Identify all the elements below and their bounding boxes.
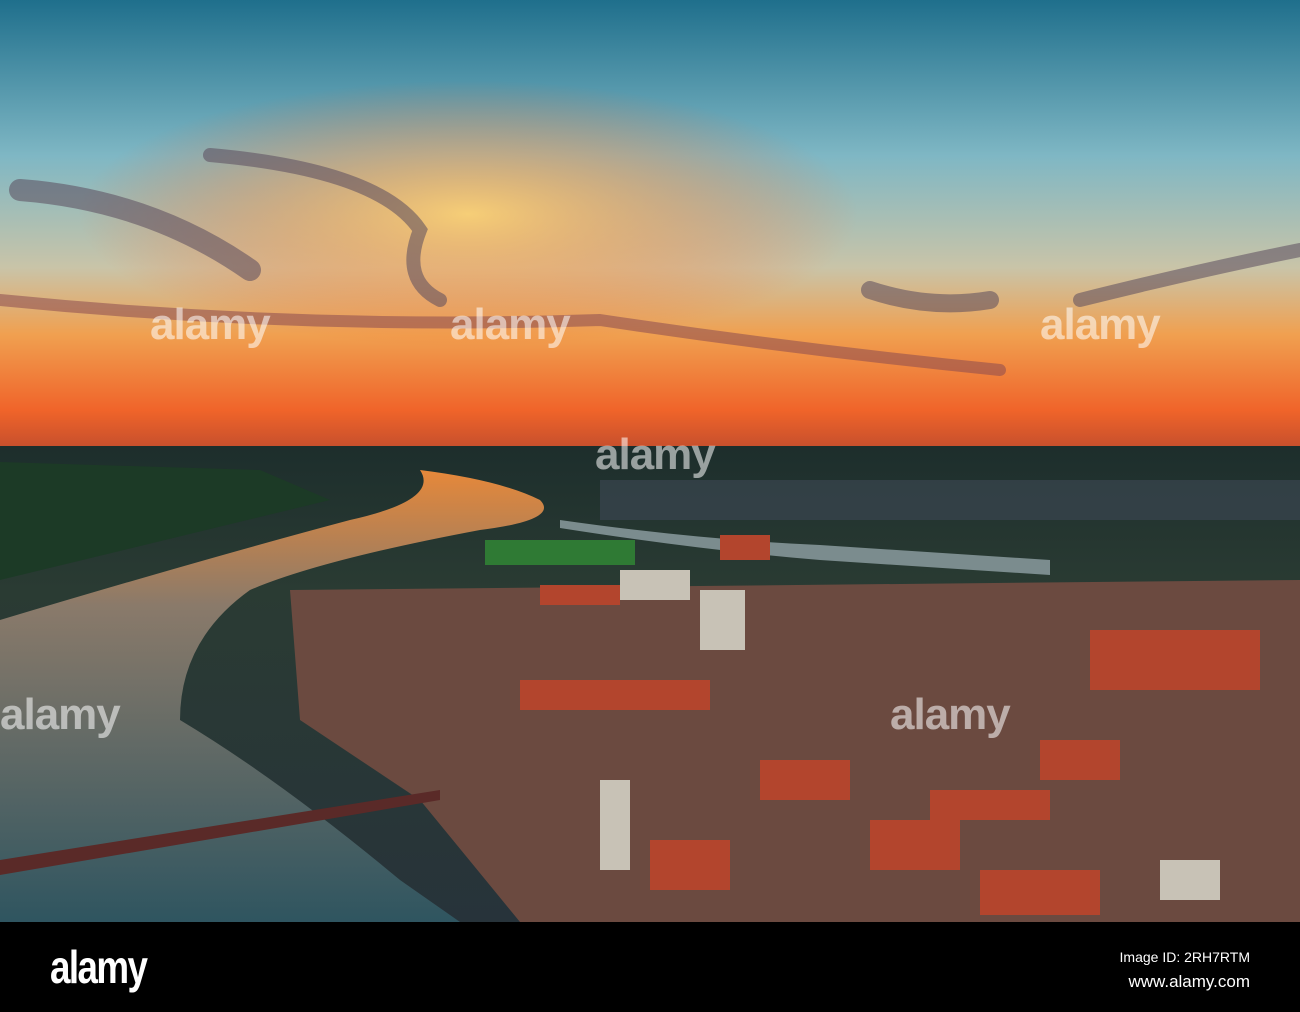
watermark: alamy xyxy=(890,690,1011,739)
watermark: alamy xyxy=(450,300,571,349)
watermark: alamy xyxy=(150,300,271,349)
sun-glow xyxy=(0,0,1300,446)
field xyxy=(485,540,635,565)
watermark: alamy xyxy=(0,690,121,739)
watermark: alamy xyxy=(595,430,716,479)
alamy-logo: alamy xyxy=(50,941,148,993)
stock-photo-page: alamy alamy alamy alamy alamy alamy alam… xyxy=(0,0,1300,1012)
site-url: www.alamy.com xyxy=(1128,972,1250,991)
far-city xyxy=(600,480,1300,520)
watermark: alamy xyxy=(1040,300,1161,349)
image-id: Image ID: 2RH7RTM xyxy=(1119,949,1250,965)
footer-bar: alamy Image ID: 2RH7RTM www.alamy.com xyxy=(0,922,1300,1012)
